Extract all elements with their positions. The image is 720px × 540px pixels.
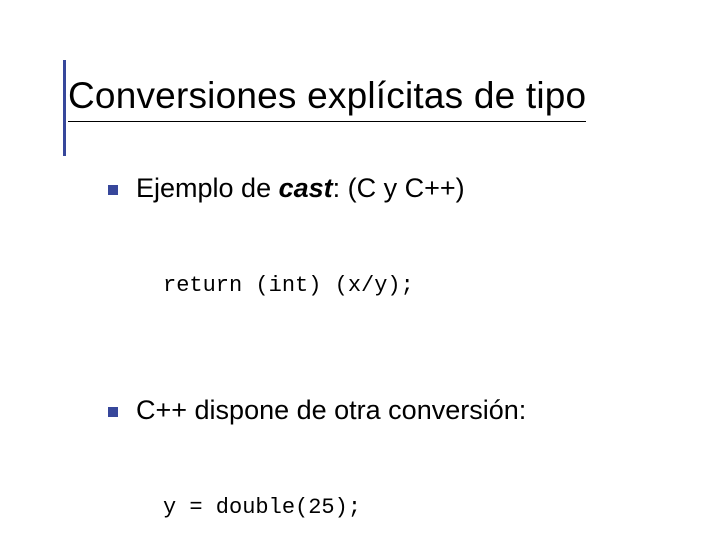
bullet-text-em: cast (279, 173, 333, 203)
code-block: y = double(25); return int(x/y); (163, 434, 680, 540)
square-bullet-icon (108, 407, 118, 417)
title-accent-bar (63, 60, 66, 156)
code-block: return (int) (x/y); (163, 212, 680, 360)
bullet-item: Ejemplo de cast: (C y C++) (108, 172, 680, 206)
bullet-text: C++ dispone de otra conversión: (136, 394, 526, 428)
slide-title: Conversiones explícitas de tipo (68, 76, 586, 122)
bullet-text-pre: Ejemplo de (136, 173, 279, 203)
title-wrap: Conversiones explícitas de tipo (68, 76, 700, 122)
square-bullet-icon (108, 185, 118, 195)
bullet-item: C++ dispone de otra conversión: (108, 394, 680, 428)
code-line: y = double(25); (163, 493, 680, 523)
code-line: return (int) (x/y); (163, 271, 680, 301)
bullet-text: Ejemplo de cast: (C y C++) (136, 172, 465, 206)
slide-content: Ejemplo de cast: (C y C++) return (int) … (108, 172, 680, 540)
slide: Conversiones explícitas de tipo Ejemplo … (0, 0, 720, 540)
bullet-text-post: : (C y C++) (333, 173, 465, 203)
bullet-text-pre: C++ dispone de otra conversión: (136, 395, 526, 425)
